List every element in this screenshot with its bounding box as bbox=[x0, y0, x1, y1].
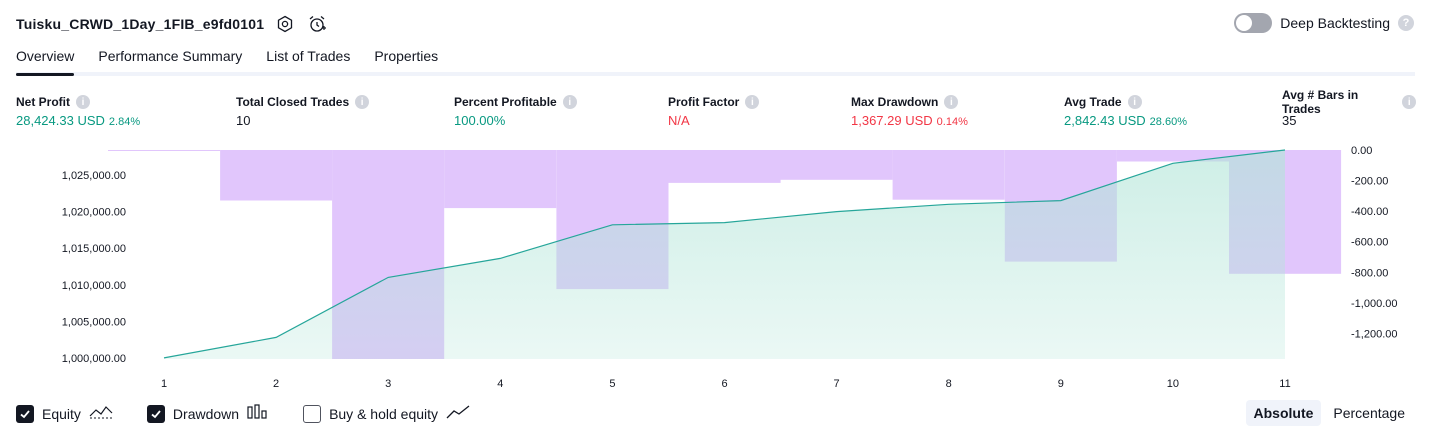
x-axis-tick-label: 9 bbox=[1058, 378, 1064, 390]
tab-list-of-trades[interactable]: List of Trades bbox=[266, 44, 350, 72]
metric-value: N/A bbox=[668, 113, 690, 128]
metric-value: 35 bbox=[1282, 113, 1297, 128]
legend-buy-hold-equity[interactable]: Buy & hold equity bbox=[303, 404, 470, 423]
report-tabs: Overview Performance Summary List of Tra… bbox=[16, 44, 1415, 76]
deep-backtesting-toggle[interactable] bbox=[1234, 13, 1273, 33]
buy-hold-checkbox[interactable] bbox=[303, 404, 322, 423]
settings-gear-icon[interactable] bbox=[274, 13, 296, 35]
chart-legend: Equity Drawdown Buy & hold equity bbox=[16, 404, 504, 423]
metric-value: 1,367.29 USD bbox=[851, 113, 933, 128]
right-axis-tick-label: 0.00 bbox=[1351, 145, 1372, 157]
drawdown-bar bbox=[220, 150, 333, 201]
metric-max-drawdown: Max Drawdown i 1,367.29 USD 0.14% bbox=[851, 94, 968, 128]
value-mode-switch: Absolute Percentage bbox=[1245, 400, 1414, 426]
strategy-title: Tuisku_CRWD_1Day_1FIB_e9fd0101 bbox=[16, 16, 265, 32]
metric-value: 100.00% bbox=[454, 113, 506, 128]
info-icon[interactable]: i bbox=[355, 95, 370, 109]
metric-profit-factor: Profit Factor i N/A bbox=[668, 94, 760, 128]
right-axis-tick-label: -1,200.00 bbox=[1351, 329, 1397, 341]
alarm-clock-icon[interactable] bbox=[306, 13, 328, 35]
metric-label: Net Profit bbox=[16, 95, 70, 109]
metric-value: 2,842.43 USD bbox=[1064, 113, 1146, 128]
info-icon[interactable]: i bbox=[1127, 95, 1142, 109]
equity-checkbox[interactable] bbox=[16, 404, 34, 423]
info-icon[interactable]: i bbox=[745, 95, 760, 109]
metric-percent: 28.60% bbox=[1149, 116, 1187, 128]
drawdown-bar bbox=[892, 150, 1005, 200]
percentage-button[interactable]: Percentage bbox=[1325, 400, 1413, 426]
info-icon[interactable]: i bbox=[76, 95, 90, 109]
drawdown-bar bbox=[108, 150, 221, 151]
x-axis-tick-label: 2 bbox=[273, 378, 279, 390]
metric-label: Max Drawdown bbox=[851, 95, 939, 109]
legend-drawdown[interactable]: Drawdown bbox=[146, 404, 269, 423]
left-axis-tick-label: 1,015,000.00 bbox=[62, 243, 126, 255]
tab-overview[interactable]: Overview bbox=[16, 44, 75, 76]
left-axis-tick-label: 1,010,000.00 bbox=[62, 280, 126, 292]
absolute-button[interactable]: Absolute bbox=[1245, 400, 1322, 426]
right-axis-tick-label: -800.00 bbox=[1351, 267, 1388, 279]
left-axis-tick-label: 1,025,000.00 bbox=[62, 170, 126, 182]
metric-net-profit: Net Profit i 28,424.33 USD 2.84% bbox=[16, 94, 140, 128]
metric-label: Profit Factor bbox=[668, 95, 740, 109]
left-axis-tick-label: 1,020,000.00 bbox=[62, 207, 126, 219]
x-axis-tick-label: 10 bbox=[1167, 378, 1179, 390]
drawdown-bar bbox=[444, 150, 557, 209]
metric-value: 28,424.33 USD bbox=[16, 113, 105, 128]
metric-avg-bars-in-trades: Avg # Bars in Trades i 35 bbox=[1282, 88, 1416, 128]
drawdown-bar bbox=[668, 150, 781, 183]
x-axis-tick-label: 4 bbox=[497, 378, 503, 390]
left-axis-tick-label: 1,000,000.00 bbox=[62, 353, 126, 365]
legend-label: Drawdown bbox=[172, 405, 240, 422]
drawdown-checkbox[interactable] bbox=[146, 404, 165, 423]
drawdown-bars-icon bbox=[247, 404, 269, 423]
x-axis-tick-label: 8 bbox=[946, 378, 952, 390]
drawdown-bar bbox=[780, 150, 893, 180]
strategy-header: Tuisku_CRWD_1Day_1FIB_e9fd0101 bbox=[16, 12, 328, 36]
right-axis-tick-label: -200.00 bbox=[1351, 176, 1388, 188]
x-axis-tick-label: 7 bbox=[834, 378, 840, 390]
right-axis-tick-label: -600.00 bbox=[1351, 237, 1388, 249]
tab-performance-summary[interactable]: Performance Summary bbox=[98, 44, 242, 72]
x-axis-tick-label: 5 bbox=[609, 378, 615, 390]
metric-label: Avg # Bars in Trades bbox=[1282, 88, 1359, 116]
toggle-knob bbox=[1236, 15, 1253, 31]
metric-label: Total Closed Trades bbox=[236, 95, 350, 109]
right-axis-tick-label: -400.00 bbox=[1351, 206, 1388, 218]
info-icon[interactable]: i bbox=[562, 95, 577, 109]
deep-backtesting: Deep Backtesting ? bbox=[1234, 13, 1414, 33]
x-axis-tick-label: 11 bbox=[1279, 378, 1290, 390]
metric-percent: 2.84% bbox=[108, 116, 141, 128]
left-axis-tick-label: 1,005,000.00 bbox=[62, 316, 126, 328]
metric-label: Avg Trade bbox=[1064, 95, 1122, 109]
metrics-row: Net Profit i 28,424.33 USD 2.84% Total Clo… bbox=[16, 88, 1416, 134]
x-axis-tick-label: 1 bbox=[161, 378, 167, 390]
legend-label: Buy & hold equity bbox=[329, 405, 439, 422]
metric-total-closed-trades: Total Closed Trades i 10 bbox=[236, 94, 370, 128]
deep-backtesting-label: Deep Backtesting bbox=[1280, 15, 1390, 31]
x-axis-tick-label: 6 bbox=[721, 378, 727, 390]
metric-percent-profitable: Percent Profitable i 100.00% bbox=[454, 94, 577, 128]
legend-label: Equity bbox=[42, 405, 81, 422]
metric-percent: 0.14% bbox=[936, 116, 968, 128]
tab-properties[interactable]: Properties bbox=[374, 44, 438, 72]
metric-label: Percent Profitable bbox=[454, 95, 557, 109]
legend-equity[interactable]: Equity bbox=[16, 404, 113, 423]
equity-line-icon bbox=[89, 404, 113, 423]
info-icon[interactable]: i bbox=[944, 95, 959, 109]
buy-hold-line-icon bbox=[446, 404, 470, 423]
help-icon[interactable]: ? bbox=[1398, 15, 1414, 31]
x-axis-tick-label: 3 bbox=[385, 378, 391, 390]
metric-value: 10 bbox=[236, 113, 251, 128]
metric-avg-trade: Avg Trade i 2,842.43 USD 28.60% bbox=[1064, 94, 1187, 128]
right-axis-tick-label: -1,000.00 bbox=[1351, 298, 1397, 310]
equity-drawdown-chart[interactable]: 1,000,000.00 1,005,000.00 1,010,000.00 1,01… bbox=[0, 140, 1431, 395]
info-icon[interactable]: i bbox=[1402, 95, 1416, 109]
